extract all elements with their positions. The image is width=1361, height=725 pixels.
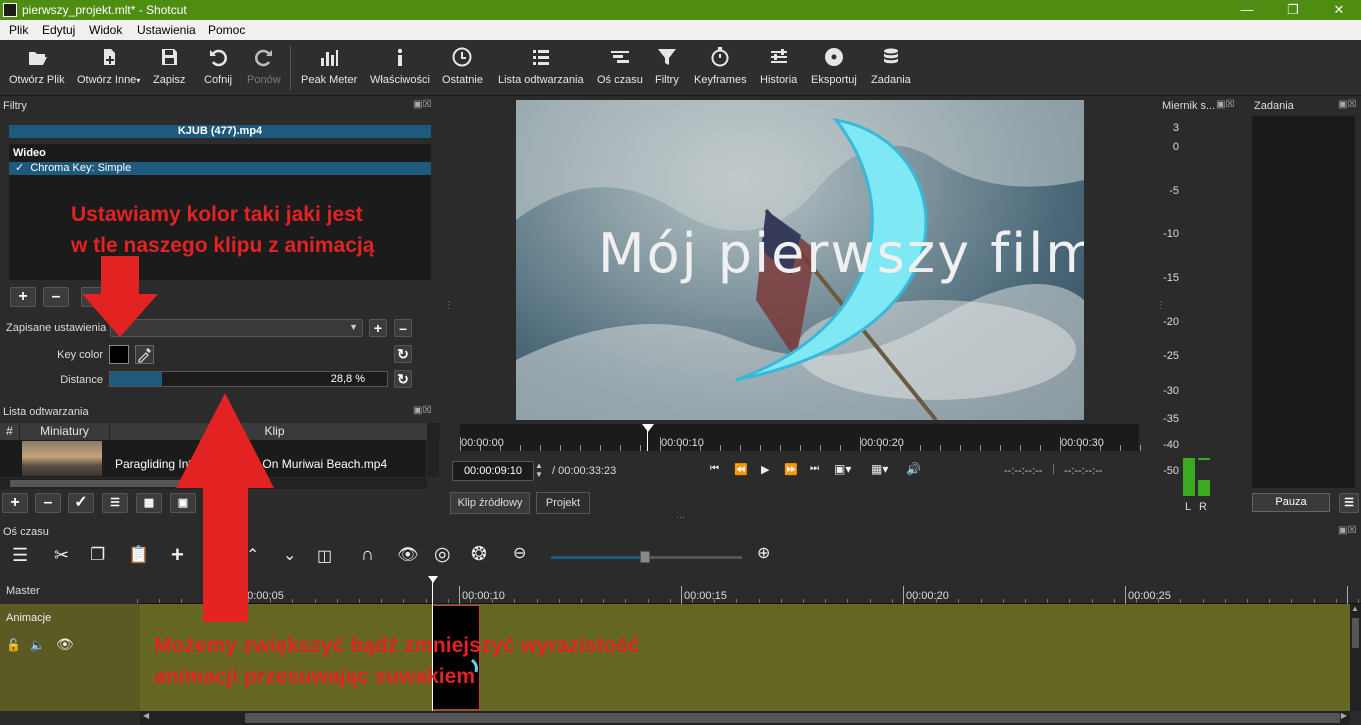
annotation-top-line2: w tle naszego klipu z animacją (71, 234, 375, 257)
annotation-bottom-line1: Możemy zwiększyć bądź zmniejszyć wyrazis… (154, 634, 640, 657)
annotation-bottom: Możemy zwiększyć bądź zmniejszyć wyrazis… (154, 630, 640, 692)
annotation-top-line1: Ustawiamy kolor taki jaki jest (71, 203, 363, 226)
annotation-arrows (82, 256, 274, 622)
arrow-up-icon (176, 393, 274, 622)
arrow-down-icon (82, 256, 158, 337)
annotation-top: Ustawiamy kolor taki jaki jest w tle nas… (71, 199, 374, 261)
annotation-bottom-line2: animacji przesuwając suwakiem (154, 665, 475, 688)
